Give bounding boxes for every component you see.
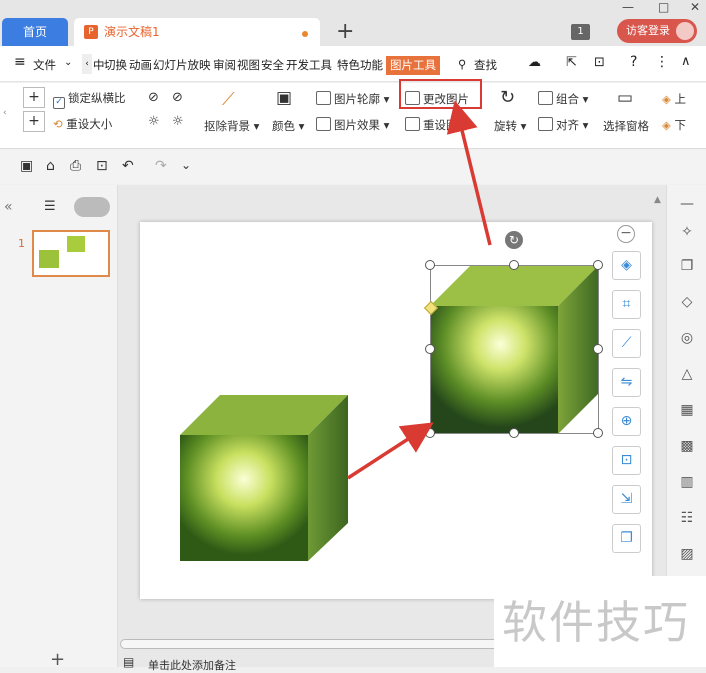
arrow-to-change-picture (446, 100, 492, 246)
arrow-to-new-image (347, 422, 434, 480)
watermark-text: 软件技巧 (502, 596, 691, 649)
watermark: 软件技巧 (494, 576, 706, 667)
annotation-arrows (347, 100, 492, 480)
